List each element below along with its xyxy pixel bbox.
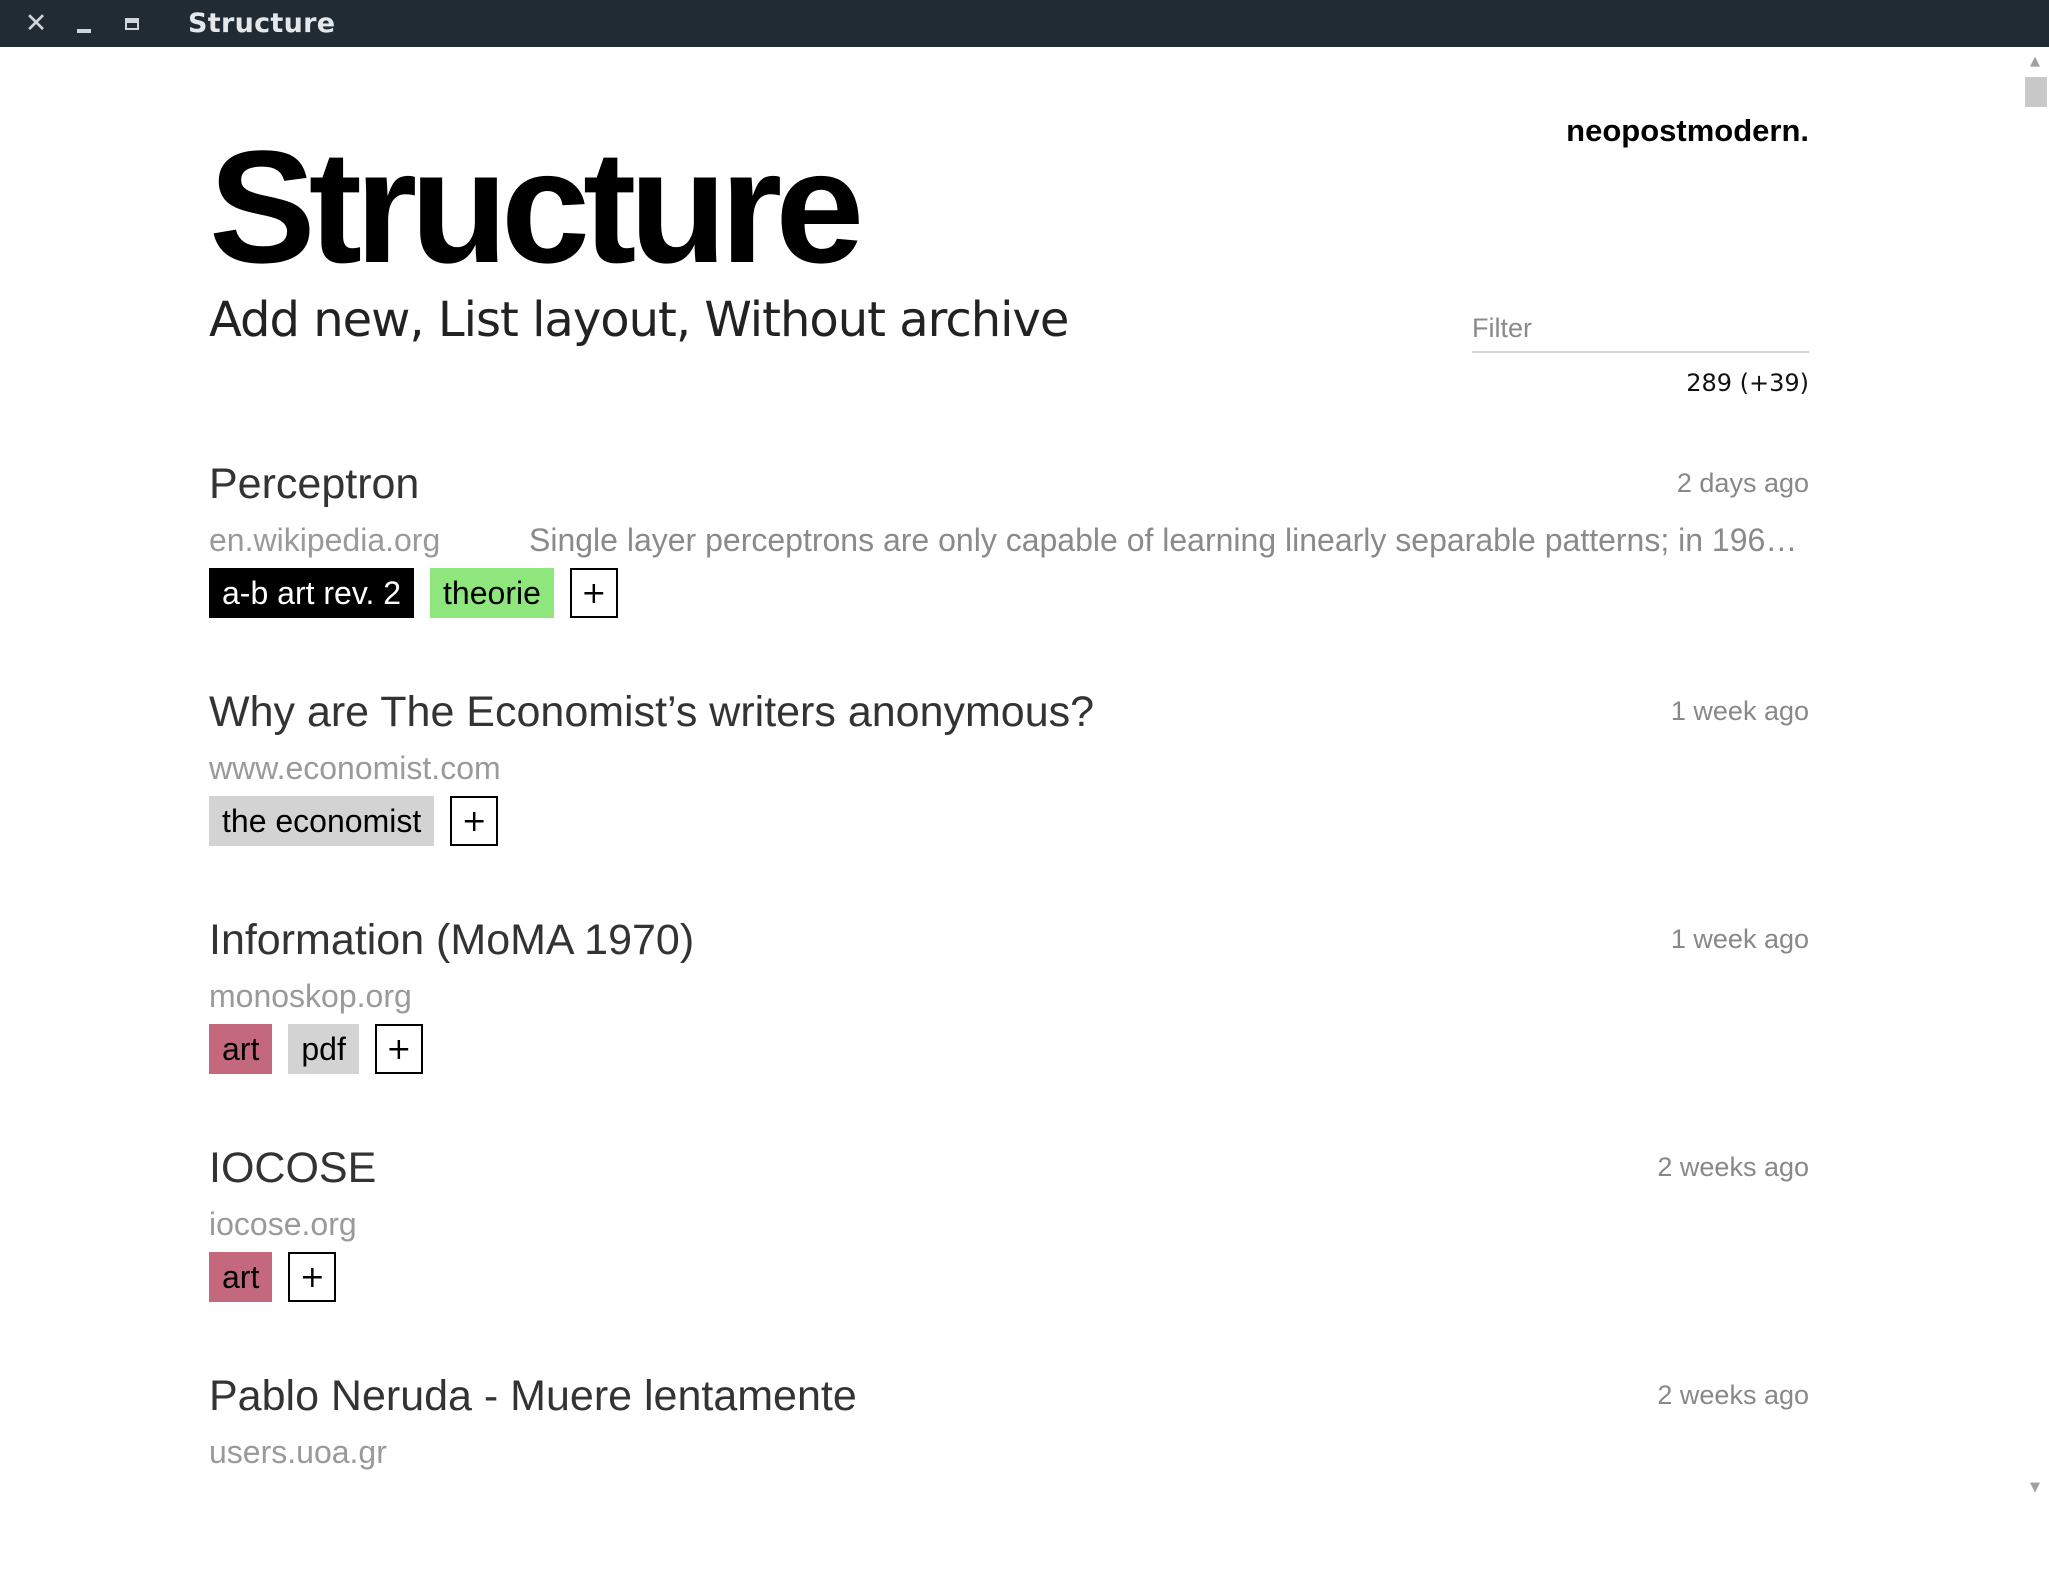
add-tag-button[interactable]: + [374, 1024, 423, 1074]
list-item: Perceptron 2 days ago en.wikipedia.org S… [209, 460, 1811, 660]
add-tag-button[interactable]: + [450, 796, 499, 846]
item-title[interactable]: Why are The Economist’s writers anonymou… [209, 688, 1094, 737]
tag[interactable]: the economist [209, 796, 435, 846]
item-timestamp: 1 week ago [1670, 696, 1809, 726]
add-new-link[interactable]: Add new [209, 292, 410, 348]
tag[interactable]: a-b art rev. 2 [209, 568, 415, 618]
list-item: Why are The Economist’s writers anonymou… [209, 688, 1809, 888]
item-title[interactable]: IOCOSE [209, 1144, 376, 1193]
tag[interactable]: art [209, 1252, 273, 1302]
separator: , [675, 292, 705, 348]
view-options: Add new, List layout, Without archive [209, 292, 1069, 348]
filter-input[interactable] [1472, 305, 1809, 353]
tag[interactable]: theorie [430, 568, 554, 618]
item-domain[interactable]: iocose.org [209, 1206, 357, 1243]
minimize-icon[interactable] [64, 0, 104, 47]
list-item: IOCOSE 2 weeks ago iocose.org art + [209, 1144, 1809, 1344]
item-domain[interactable]: monoskop.org [209, 978, 412, 1015]
list-item: Information (MoMA 1970) 1 week ago monos… [209, 916, 1809, 1116]
add-tag-button[interactable]: + [288, 1252, 337, 1302]
tag-list: a-b art rev. 2 theorie + [209, 568, 618, 618]
item-domain[interactable]: en.wikipedia.org [209, 522, 440, 559]
item-count: 289 (+39) [1686, 369, 1809, 397]
item-domain[interactable]: www.economist.com [209, 750, 501, 787]
tag-list: art + [209, 1252, 337, 1302]
add-tag-button[interactable]: + [569, 568, 618, 618]
item-title[interactable]: Information (MoMA 1970) [209, 916, 694, 965]
list-layout-link[interactable]: List layout [438, 292, 677, 348]
item-timestamp: 1 week ago [1670, 924, 1809, 954]
item-title[interactable]: Pablo Neruda - Muere lentamente [209, 1372, 857, 1421]
vertical-scrollbar[interactable]: ▲ ▼ [2021, 47, 2049, 1501]
item-timestamp: 2 weeks ago [1657, 1380, 1809, 1410]
arrow-up-icon[interactable]: ▲ [2021, 49, 2049, 73]
arrow-down-icon[interactable]: ▼ [2021, 1475, 2049, 1499]
scrollbar-thumb[interactable] [2025, 77, 2047, 107]
list-item: Pablo Neruda - Muere lentamente 2 weeks … [209, 1372, 1809, 1572]
tag-list: the economist + [209, 796, 499, 846]
without-archive-link[interactable]: Without archive [704, 292, 1069, 348]
brand-logo[interactable]: neopostmodern. [1566, 113, 1809, 149]
close-icon[interactable]: ✕ [16, 0, 56, 47]
item-timestamp: 2 weeks ago [1657, 1152, 1809, 1182]
item-description: Single layer perceptrons are only capabl… [529, 522, 1811, 558]
item-domain[interactable]: users.uoa.gr [209, 1434, 387, 1471]
tag-list: art pdf + [209, 1024, 423, 1074]
tag[interactable]: pdf [288, 1024, 359, 1074]
page-title: Structure [209, 117, 864, 296]
window-titlebar: ✕ Structure [0, 0, 2049, 47]
separator: , [409, 292, 438, 348]
tag[interactable]: art [209, 1024, 273, 1074]
item-title[interactable]: Perceptron [209, 460, 419, 509]
window-title: Structure [188, 8, 336, 39]
item-timestamp: 2 days ago [1676, 468, 1809, 498]
maximize-icon[interactable] [112, 0, 152, 47]
